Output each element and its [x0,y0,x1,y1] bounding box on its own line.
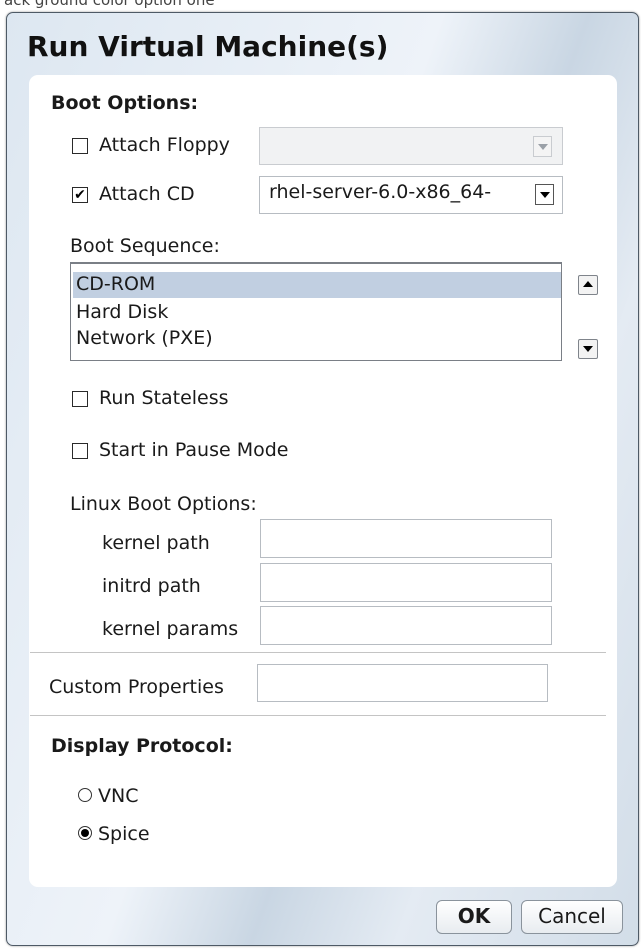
attach-floppy-checkbox[interactable] [72,138,88,154]
move-up-button[interactable] [578,275,598,295]
linux-boot-options-label: Linux Boot Options: [70,493,257,515]
initrd-path-input[interactable] [260,563,552,602]
attach-floppy-label: Attach Floppy [99,134,230,156]
attach-cd-checkbox[interactable]: ✔ [72,187,88,203]
boot-sequence-item[interactable]: Hard Disk [73,300,561,326]
boot-options-header: Boot Options: [51,92,199,114]
boot-sequence-label: Boot Sequence: [70,235,220,257]
move-down-button[interactable] [578,339,598,359]
cancel-button[interactable]: Cancel [521,900,623,934]
arrow-down-icon [583,346,593,352]
divider [30,715,606,716]
display-protocol-header: Display Protocol: [51,735,233,757]
vnc-radio-label: VNC [98,785,139,807]
cd-image-select[interactable]: rhel-server-6.0-x86_64- [259,176,563,214]
kernel-params-input[interactable] [260,606,552,645]
floppy-image-select[interactable] [259,127,563,165]
initrd-path-label: initrd path [102,575,201,597]
boot-sequence-item[interactable]: CD-ROM [73,272,561,298]
run-stateless-label: Run Stateless [99,387,229,409]
chevron-down-icon [533,136,552,157]
check-icon: ✔ [74,187,86,203]
divider [30,652,606,653]
arrow-up-icon [583,281,593,287]
custom-properties-label: Custom Properties [49,676,224,698]
kernel-path-input[interactable] [260,519,552,558]
attach-cd-label: Attach CD [99,183,195,205]
boot-sequence-item[interactable]: Network (PXE) [73,326,561,352]
kernel-path-label: kernel path [102,532,210,554]
start-paused-checkbox[interactable] [72,443,88,459]
radio-selected-dot [81,829,89,837]
ok-button[interactable]: OK [436,900,512,934]
start-paused-label: Start in Pause Mode [99,439,289,461]
background-text: ack ground color option one [4,0,215,9]
custom-properties-input[interactable] [257,664,548,702]
boot-sequence-list[interactable]: CD-ROM Hard Disk Network (PXE) [70,262,562,361]
spice-radio[interactable] [78,826,92,840]
spice-radio-label: Spice [98,823,150,845]
chevron-down-icon [535,184,554,205]
run-stateless-checkbox[interactable] [72,391,88,407]
dialog-title: Run Virtual Machine(s) [27,30,389,63]
vnc-radio[interactable] [78,788,92,802]
kernel-params-label: kernel params [102,618,239,640]
cd-image-value: rhel-server-6.0-x86_64- [269,181,498,203]
